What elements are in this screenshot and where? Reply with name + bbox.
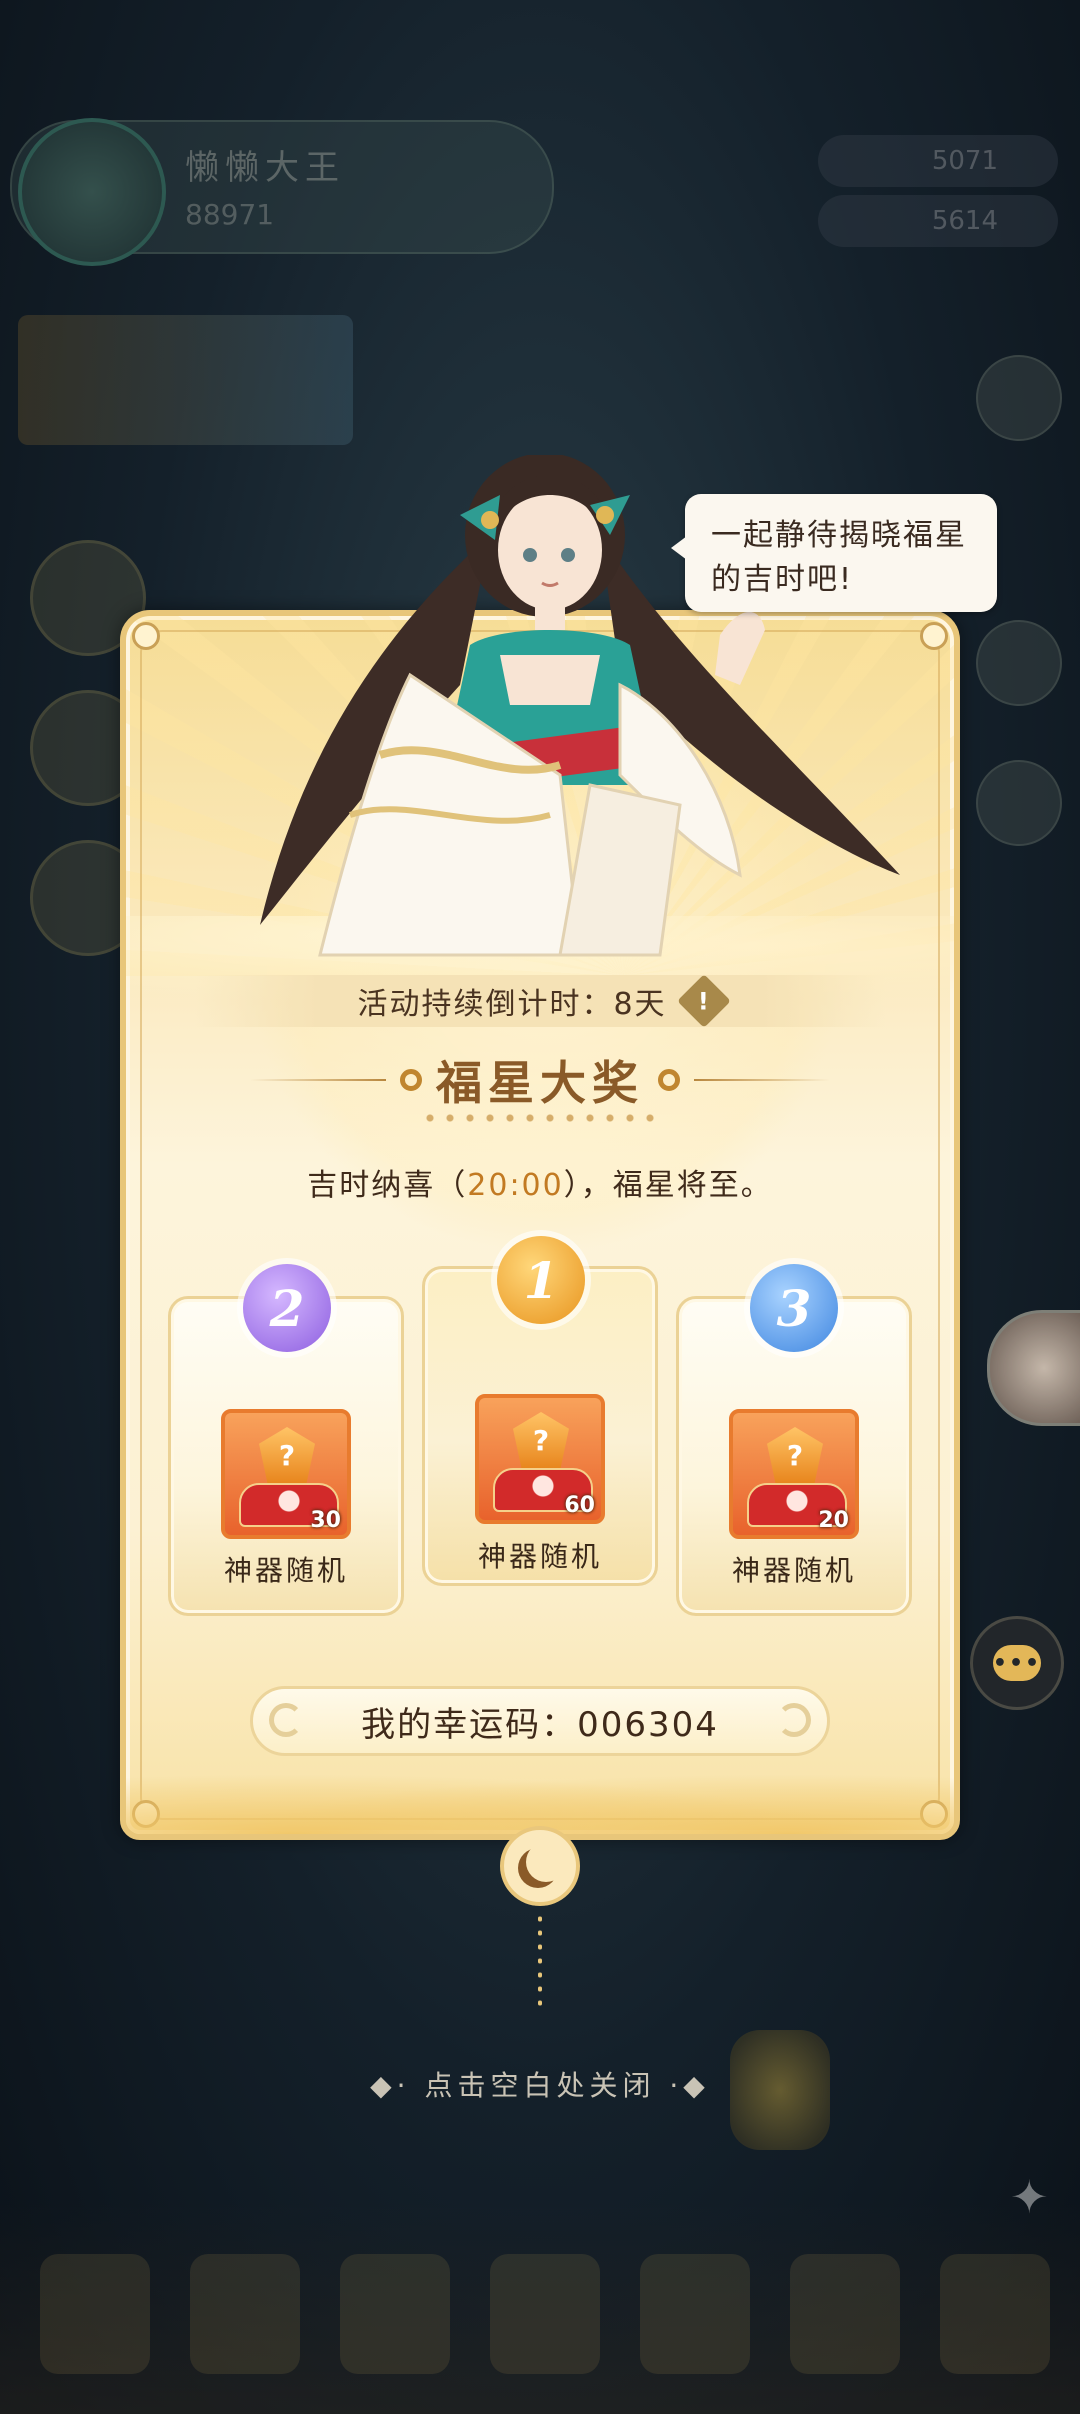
item-count: 30 xyxy=(310,1508,341,1533)
corner-ornament xyxy=(132,622,160,650)
side-button-right-3 xyxy=(976,760,1062,846)
player-power: 88971 xyxy=(185,198,275,231)
draw-time-text: 吉时纳喜（20:00），福星将至。 xyxy=(120,1160,960,1204)
diamond-ornament-icon: ·◆ xyxy=(669,2069,710,2102)
random-artifact-chest-icon[interactable]: ? 20 xyxy=(729,1409,859,1539)
ring-ornament-icon xyxy=(400,1069,422,1091)
warning-icon[interactable]: ! xyxy=(676,974,731,1028)
bottom-nav-item xyxy=(490,2254,600,2374)
bottom-nav-item xyxy=(340,2254,450,2374)
bottom-nav-item xyxy=(790,2254,900,2374)
crescent-moon-icon xyxy=(777,1703,811,1737)
draw-time: 20:00 xyxy=(467,1168,564,1203)
player-name: 懒懒大王 xyxy=(185,148,345,188)
random-artifact-chest-icon[interactable]: ? 30 xyxy=(221,1409,351,1539)
character-speech-bubble: 一起静待揭晓福星 的吉时吧! xyxy=(671,494,997,612)
close-hint-text[interactable]: ◆· 点击空白处关闭 ·◆ xyxy=(0,2064,1080,2104)
bottom-nav-item xyxy=(40,2254,150,2374)
countdown-text: 活动持续倒计时：8天 xyxy=(357,987,667,1022)
player-avatar xyxy=(18,118,166,266)
prize-title-text: 福星大奖 xyxy=(436,1056,644,1110)
diamond-ornament-icon: ◆· xyxy=(370,2069,411,2102)
item-label: 神器随机 xyxy=(223,1554,348,1587)
random-artifact-chest-icon[interactable]: ? 60 xyxy=(475,1394,605,1524)
corner-ornament xyxy=(920,622,948,650)
crescent-moon-icon xyxy=(500,1826,580,1906)
companion-avatar-button[interactable] xyxy=(987,1310,1080,1426)
item-count: 60 xyxy=(564,1493,595,1518)
speech-line-2: 的吉时吧! xyxy=(711,562,854,597)
item-count: 20 xyxy=(818,1508,849,1533)
wave-decoration xyxy=(126,1764,954,1834)
sparkle-icon[interactable]: ✦ xyxy=(1010,2170,1060,2224)
item-label: 神器随机 xyxy=(731,1554,856,1587)
rank-2-badge: 2 xyxy=(243,1264,331,1352)
subtitle-prefix: 吉时纳喜（ xyxy=(307,1168,468,1203)
divider xyxy=(694,1079,830,1081)
rank-3-badge: 3 xyxy=(750,1264,838,1352)
crescent-moon-icon xyxy=(269,1703,303,1737)
question-gem-icon: ? xyxy=(767,1427,823,1483)
event-banner xyxy=(18,315,353,445)
subtitle-suffix: ），福星将至。 xyxy=(563,1168,773,1203)
bottom-nav-item xyxy=(940,2254,1050,2374)
side-button-right-2 xyxy=(976,620,1062,706)
divider xyxy=(250,1079,386,1081)
question-gem-icon: ? xyxy=(513,1412,569,1468)
bottom-nav-item xyxy=(190,2254,300,2374)
item-label: 神器随机 xyxy=(477,1540,602,1573)
ring-ornament-icon xyxy=(658,1069,680,1091)
close-hint-label: 点击空白处关闭 xyxy=(424,2069,656,2102)
resource-counter-2: 5614 xyxy=(818,195,1058,247)
chat-button[interactable]: ••• xyxy=(970,1616,1064,1710)
question-gem-icon: ? xyxy=(259,1427,315,1483)
speech-line-1: 一起静待揭晓福星 xyxy=(711,518,967,553)
lucky-code-bar: 我的幸运码：006304 xyxy=(250,1686,830,1756)
resource-counter-1: 5071 xyxy=(818,135,1058,187)
chat-icon: ••• xyxy=(993,1645,1041,1681)
bottom-nav-item xyxy=(640,2254,750,2374)
rank-1-badge: 1 xyxy=(497,1236,585,1324)
dotted-pendant-line xyxy=(538,1912,542,2012)
dots-divider xyxy=(420,1114,660,1122)
event-countdown-bar: 活动持续倒计时：8天 ! xyxy=(195,974,885,1028)
side-button-right-1 xyxy=(976,355,1062,441)
bottom-nav-bar xyxy=(0,2204,1080,2414)
lucky-code-text: 我的幸运码：006304 xyxy=(361,1704,719,1745)
prize-title: 福星大奖 xyxy=(250,1040,830,1120)
crescent-shape xyxy=(526,1842,566,1882)
